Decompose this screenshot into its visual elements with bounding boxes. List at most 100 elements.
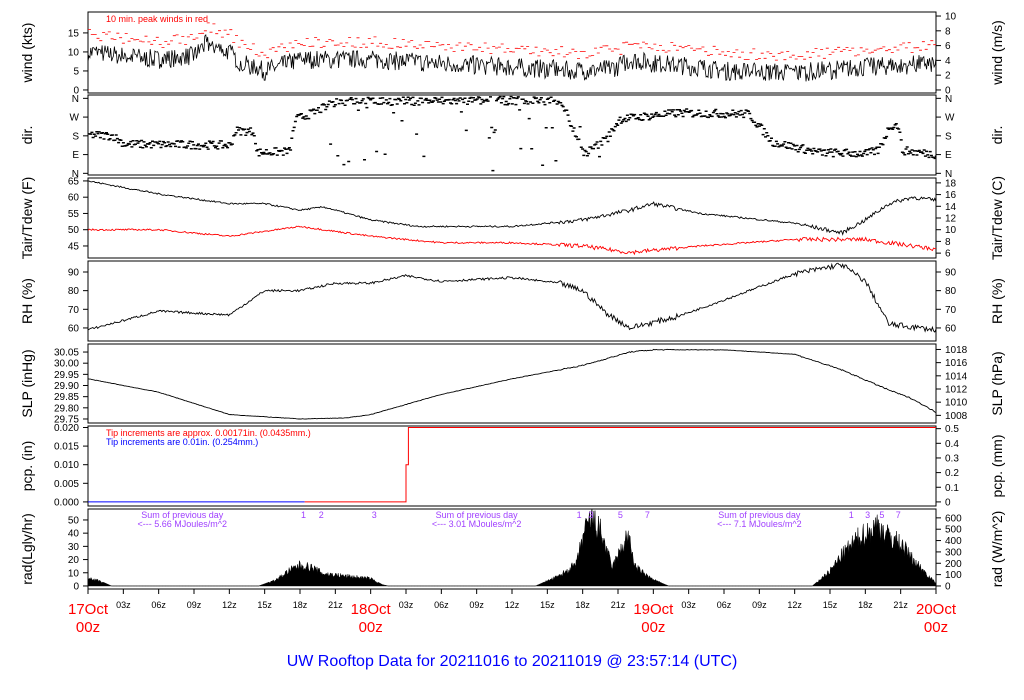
weather-chart: 0510150246810wind (kts) wind (m/s)10 min.… <box>19 11 1005 670</box>
y-tick-label-right: 6 <box>945 249 951 260</box>
x-tick-label: 09z <box>469 600 484 610</box>
x-tick-label: 09z <box>752 600 767 610</box>
day-time-label: 00z <box>641 619 665 636</box>
y-tick-label: 29.80 <box>54 403 79 414</box>
y-tick-label: 20 <box>68 555 80 566</box>
y-tick-label: 30 <box>68 542 80 553</box>
series-group-rh <box>88 262 936 333</box>
panel-frame-temp <box>87 177 937 259</box>
rad-hour-mark: 3 <box>372 510 377 520</box>
x-tick-label: 06z <box>717 600 732 610</box>
y-tick-label-right: 16 <box>945 190 957 201</box>
wind-annotation: 10 min. peak winds in red <box>106 14 208 24</box>
y-tick-label: 60 <box>68 323 80 334</box>
y-axis-label-right-dir: dir. <box>989 126 1005 145</box>
x-tick-label: 18z <box>858 600 873 610</box>
y-axis-label-slp: SLP (inHg) <box>19 349 35 417</box>
y-tick-label: 0 <box>73 581 79 592</box>
y-tick-label: 50 <box>68 515 80 526</box>
y-tick-label: 29.85 <box>54 392 79 403</box>
x-tick-label: 18z <box>575 600 590 610</box>
y-tick-label: 10 <box>68 568 80 579</box>
x-tick-label: 12z <box>222 600 237 610</box>
y-tick-label: 80 <box>68 286 80 297</box>
y-tick-label-right: 12 <box>945 214 957 225</box>
y-tick-label: 45 <box>68 241 80 252</box>
y-tick-label: 5 <box>73 66 79 77</box>
y-tick-label-right: 1010 <box>945 398 968 409</box>
y-tick-label: 0.015 <box>54 442 79 453</box>
x-tick-label: 15z <box>257 600 272 610</box>
rad-hour-mark: 1 <box>301 510 306 520</box>
y-tick-label-right: 2 <box>945 71 951 82</box>
y-tick-label: 55 <box>68 209 80 220</box>
x-tick-label: 06z <box>434 600 449 610</box>
y-tick-label: W <box>70 113 80 124</box>
y-tick-label-right: 1014 <box>945 371 968 382</box>
series-marks-direction <box>88 95 936 172</box>
rad-sum-value: <--- 3.01 MJoules/m^2 <box>432 519 522 529</box>
y-tick-label-right: 0.2 <box>945 468 959 479</box>
y-tick-label: 0.000 <box>54 497 79 508</box>
y-axis-label-right-pcp: pcp. (mm) <box>989 435 1005 498</box>
y-tick-label-right: 10 <box>945 225 957 236</box>
rad-hour-mark: 7 <box>645 510 650 520</box>
x-tick-label: 18z <box>293 600 308 610</box>
y-axis-label-right-rh: RH (%) <box>989 278 1005 324</box>
y-tick-label-right: 90 <box>945 268 957 279</box>
y-tick-label: 90 <box>68 268 80 279</box>
x-tick-label: 03z <box>681 600 696 610</box>
y-tick-label: 29.95 <box>54 370 79 381</box>
x-tick-label: 03z <box>399 600 414 610</box>
y-axis-label-rad: rad(Lgly/hr) <box>19 513 35 585</box>
day-label: 18Oct <box>351 601 392 618</box>
y-axis-label-wind: wind (kts) <box>19 23 35 84</box>
rad-hour-mark: 1 <box>577 510 582 520</box>
y-tick-label: 60 <box>68 193 80 204</box>
day-time-label: 00z <box>924 619 948 636</box>
day-time-label: 00z <box>76 619 100 636</box>
rad-hour-mark: 1 <box>849 510 854 520</box>
series-group-temp <box>88 180 936 256</box>
y-tick-label-right: 0.5 <box>945 424 959 435</box>
y-axis-label-temp: Tair/Tdew (F) <box>19 177 35 259</box>
y-tick-label-right: 200 <box>945 559 962 570</box>
rad-hour-mark: 5 <box>618 510 623 520</box>
series-line-pcp-red <box>304 427 936 503</box>
series-line-Tair <box>88 180 936 236</box>
series-line-Tdew <box>88 225 936 256</box>
y-tick-label-right: 80 <box>945 286 957 297</box>
y-tick-label-right: 0 <box>945 581 951 592</box>
y-tick-label: 65 <box>68 176 80 187</box>
rad-sum-value: <--- 5.66 MJoules/m^2 <box>137 519 227 529</box>
y-tick-label-right: 18 <box>945 178 957 189</box>
y-axis-label-right-temp: Tair/Tdew (C) <box>989 176 1005 260</box>
y-axis-label-right-slp: SLP (hPa) <box>989 351 1005 415</box>
y-tick-label-right: 8 <box>945 237 951 248</box>
chart-title: UW Rooftop Data for 20211016 to 20211019… <box>287 653 738 670</box>
y-tick-label: 30.05 <box>54 348 79 359</box>
y-tick-label: 0.010 <box>54 460 79 471</box>
y-tick-label: E <box>72 150 79 161</box>
y-tick-label: S <box>72 131 79 142</box>
day-label: 19Oct <box>633 601 674 618</box>
series-group-slp <box>88 348 936 420</box>
rad-hour-mark: 2 <box>319 510 324 520</box>
y-tick-label-right: 10 <box>945 12 957 23</box>
y-tick-label-right: 0.4 <box>945 439 959 450</box>
y-tick-label-right: 4 <box>945 56 951 67</box>
y-tick-label: 0.005 <box>54 479 79 490</box>
y-tick-label-right: 60 <box>945 323 957 334</box>
y-axis-label-rh: RH (%) <box>19 278 35 324</box>
y-tick-label: 29.90 <box>54 381 79 392</box>
x-tick-label: 12z <box>787 600 802 610</box>
x-tick-label: 12z <box>505 600 520 610</box>
x-tick-label: 21z <box>611 600 626 610</box>
y-tick-label-right: S <box>945 131 952 142</box>
y-tick-label-right: W <box>945 113 955 124</box>
y-tick-label-right: 100 <box>945 570 962 581</box>
y-tick-label-right: 1018 <box>945 345 968 356</box>
y-tick-label-right: 0.1 <box>945 483 959 494</box>
y-tick-label-right: 70 <box>945 305 957 316</box>
rad-hour-mark: 7 <box>896 510 901 520</box>
